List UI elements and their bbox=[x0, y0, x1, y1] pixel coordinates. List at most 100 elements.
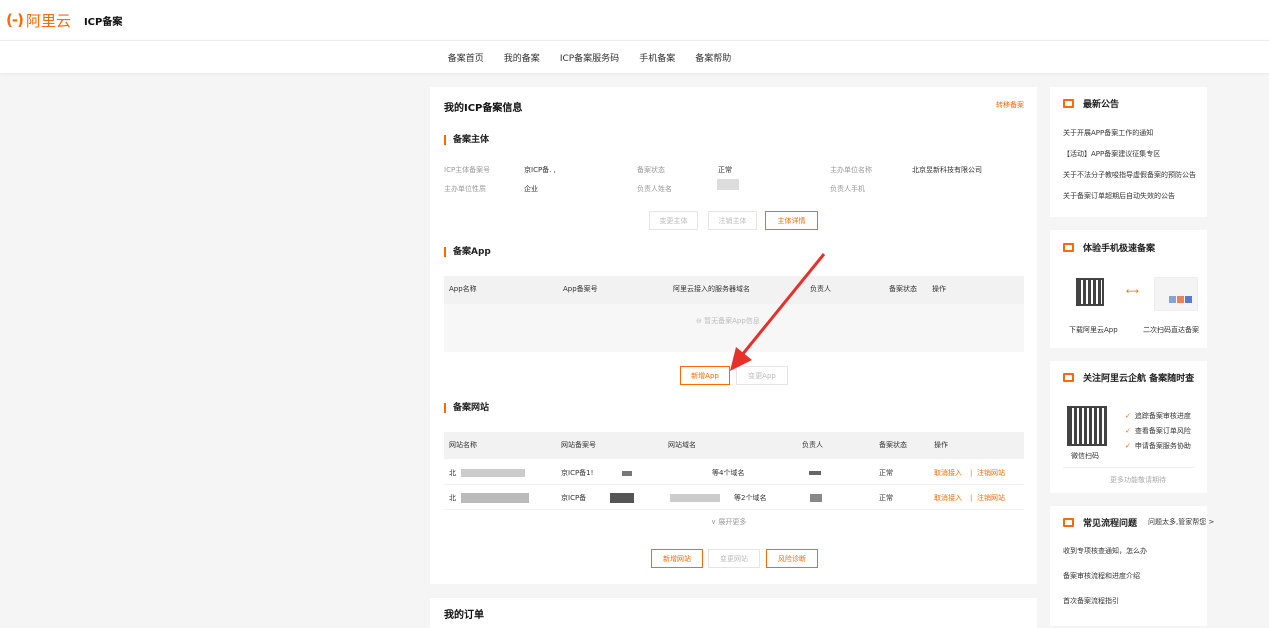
announcements-title: 最新公告 bbox=[1063, 97, 1119, 110]
col-site-name: 网站名称 bbox=[449, 441, 477, 449]
col-site-action: 操作 bbox=[934, 441, 948, 449]
faq-item[interactable]: 备案审核流程和进度介绍 bbox=[1063, 571, 1140, 581]
action-separator: | bbox=[970, 469, 973, 477]
field-value-icp-no: 京ICP备. , bbox=[524, 166, 556, 174]
main-nav: 备案首页 我的备案 ICP备案服务码 手机备案 备案帮助 bbox=[0, 40, 1269, 73]
nav-my-records[interactable]: 我的备案 bbox=[504, 51, 540, 64]
section-website: 备案网站 bbox=[444, 403, 489, 413]
col-app-name: App名称 bbox=[449, 285, 477, 293]
orders-title: 我的订单 bbox=[444, 610, 484, 621]
top-bar: (-) 阿里云 ICP备案 bbox=[0, 0, 1269, 40]
announcement-icon bbox=[1063, 99, 1074, 108]
nav-home[interactable]: 备案首页 bbox=[448, 51, 484, 64]
col-site-owner: 负责人 bbox=[802, 441, 823, 449]
faq-title: 常见流程问题 bbox=[1063, 516, 1137, 529]
site-status: 正常 bbox=[879, 494, 893, 502]
announcements-title-text: 最新公告 bbox=[1083, 100, 1120, 110]
check-icon: ✓ bbox=[1125, 442, 1131, 450]
feature-check-item: ✓ 申请备案服务协助 bbox=[1125, 441, 1191, 451]
mobile-title: 体验手机极速备案 bbox=[1063, 241, 1155, 254]
follow-card: 关注阿里云企航 备案随时查 微信扫码 ✓ 追踪备案审核进度 ✓ 查看备案订单风险 ✓… bbox=[1050, 361, 1207, 493]
nav-help[interactable]: 备案帮助 bbox=[695, 51, 731, 64]
announcement-item[interactable]: 关于不法分子教唆指导虚假备案的预防公告 bbox=[1063, 170, 1196, 180]
feature-check-text: 追踪备案审核进度 bbox=[1134, 412, 1191, 420]
faq-item[interactable]: 收到专项核查通知，怎么办 bbox=[1063, 546, 1147, 556]
faq-hint-link[interactable]: 问题太多,管家帮您 > bbox=[1148, 517, 1214, 527]
site-owner-masked bbox=[809, 461, 821, 485]
announcement-item[interactable]: 关于备案订单超期后自动失效的公告 bbox=[1063, 191, 1175, 201]
cancel-access-link[interactable]: 取消接入 bbox=[934, 486, 962, 510]
subject-detail-button[interactable]: 主体详情 bbox=[765, 211, 818, 230]
col-site-domain: 网站域名 bbox=[668, 441, 696, 449]
feature-check-item: ✓ 查看备案订单风险 bbox=[1125, 426, 1191, 436]
table-row: 北 京ICP备 等2个域名 正常 取消接入 | 注销网站 bbox=[444, 486, 1024, 510]
site-domain: 等4个域名 bbox=[712, 469, 745, 477]
site-owner-masked bbox=[810, 486, 822, 510]
wechat-qr-code-icon bbox=[1067, 406, 1107, 446]
feature-check-text: 申请备案服务协助 bbox=[1134, 442, 1191, 450]
announcements-card: 最新公告 关于开展APP备案工作的通知 【活动】APP备案建议征集专区 关于不法… bbox=[1050, 87, 1207, 217]
site-name: 北 bbox=[449, 469, 456, 477]
expand-more-link[interactable]: ∨ 展开更多 bbox=[711, 517, 746, 527]
nav-service-code[interactable]: ICP备案服务码 bbox=[560, 51, 619, 64]
faq-icon bbox=[1063, 518, 1074, 527]
more-features-text: 更多功能敬请期待 bbox=[1110, 476, 1166, 484]
field-label-org-name: 主办单位名称 bbox=[830, 166, 872, 174]
field-label-person: 负责人姓名 bbox=[637, 185, 672, 193]
change-subject-button[interactable]: 变更主体 bbox=[649, 211, 698, 230]
orders-card: 我的订单 bbox=[430, 598, 1037, 628]
follow-title: 关注阿里云企航 备案随时查 bbox=[1063, 371, 1194, 384]
download-app-text: 下载阿里云App bbox=[1069, 326, 1118, 334]
action-separator: | bbox=[970, 494, 973, 502]
feature-check-text: 查看备案订单风险 bbox=[1134, 427, 1191, 435]
faq-title-text: 常见流程问题 bbox=[1083, 519, 1138, 529]
site-record: 京ICP备 bbox=[561, 494, 587, 502]
follow-title-text: 关注阿里云企航 备案随时查 bbox=[1083, 374, 1195, 384]
col-app-action: 操作 bbox=[932, 285, 946, 293]
risk-diagnosis-button[interactable]: 风险诊断 bbox=[766, 549, 818, 568]
section-subject: 备案主体 bbox=[444, 135, 489, 145]
change-site-button[interactable]: 变更网站 bbox=[708, 549, 760, 568]
field-label-icp-no: ICP主体备案号 bbox=[444, 166, 491, 174]
mobile-icon bbox=[1063, 243, 1074, 252]
red-arrow-annotation bbox=[730, 253, 826, 371]
follow-icon bbox=[1063, 373, 1074, 382]
aliyun-logo-icon: (-) bbox=[6, 11, 24, 29]
site-record: 京ICP备1! bbox=[561, 469, 594, 477]
cancel-site-link[interactable]: 注销网站 bbox=[977, 461, 1005, 485]
scan-qr-text: 二次扫码直达备案 bbox=[1143, 326, 1199, 334]
logo-text: 阿里云 bbox=[25, 11, 71, 30]
table-row: 北 京ICP备1! 等4个域名 正常 取消接入 | 注销网站 bbox=[444, 461, 1024, 485]
field-value-person-masked bbox=[717, 179, 739, 190]
aliyun-logo[interactable]: (-) 阿里云 bbox=[6, 10, 71, 31]
site-domain: 等2个域名 bbox=[734, 494, 767, 502]
field-label-org-type: 主办单位性质 bbox=[444, 185, 486, 193]
announcement-item[interactable]: 关于开展APP备案工作的通知 bbox=[1063, 128, 1153, 138]
site-name-masked bbox=[461, 486, 529, 510]
field-label-phone: 负责人手机 bbox=[830, 185, 865, 193]
faq-item[interactable]: 首次备案流程指引 bbox=[1063, 596, 1119, 606]
site-record-masked bbox=[610, 486, 634, 510]
cancel-subject-button[interactable]: 注销主体 bbox=[708, 211, 757, 230]
arrow-both-icon: ⟷ bbox=[1126, 287, 1139, 297]
site-record-masked bbox=[622, 461, 632, 485]
nav-mobile[interactable]: 手机备案 bbox=[639, 51, 675, 64]
site-status: 正常 bbox=[879, 469, 893, 477]
field-value-status: 正常 bbox=[718, 166, 732, 174]
check-icon: ✓ bbox=[1125, 412, 1131, 420]
app-qr-code-icon bbox=[1076, 278, 1104, 306]
product-name: ICP备案 bbox=[83, 16, 123, 28]
field-value-org-name: 北京昱新科技有限公司 bbox=[912, 166, 982, 174]
wechat-scan-text: 微信扫码 bbox=[1071, 452, 1099, 460]
col-app-record: App备案号 bbox=[563, 285, 598, 293]
faq-card: 常见流程问题 问题太多,管家帮您 > 收到专项核查通知，怎么办 备案审核流程和进… bbox=[1050, 506, 1214, 626]
cancel-access-link[interactable]: 取消接入 bbox=[934, 461, 962, 485]
announcement-item[interactable]: 【活动】APP备案建议征集专区 bbox=[1063, 149, 1160, 159]
expand-more-text: 展开更多 bbox=[718, 518, 747, 526]
empty-box-icon: ⊖ bbox=[696, 317, 705, 325]
mobile-record-card: 体验手机极速备案 ⟷ 下载阿里云App 二次扫码直达备案 bbox=[1050, 230, 1207, 348]
cancel-site-link[interactable]: 注销网站 bbox=[977, 486, 1005, 510]
transfer-record-link[interactable]: 转移备案 bbox=[996, 100, 1024, 110]
site-name-masked bbox=[461, 461, 525, 485]
add-site-button[interactable]: 新增网站 bbox=[651, 549, 703, 568]
